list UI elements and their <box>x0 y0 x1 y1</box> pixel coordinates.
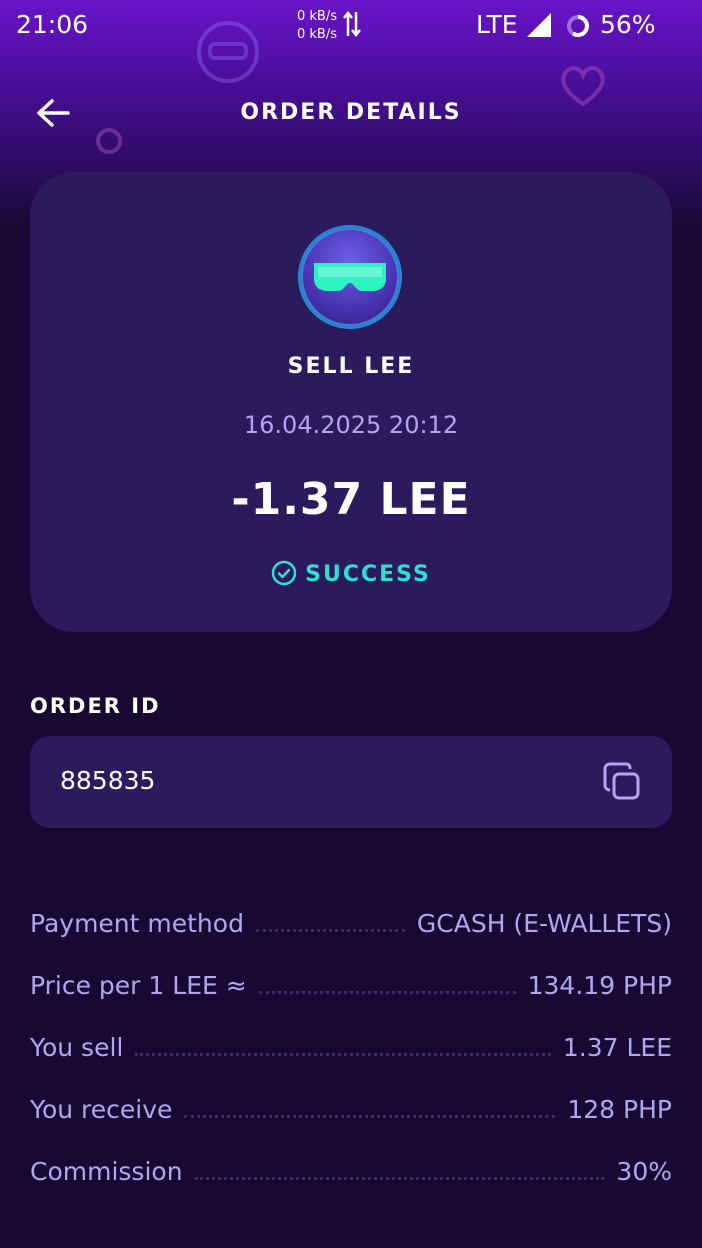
status-text: SUCCESS <box>305 562 431 587</box>
battery-icon <box>567 15 589 37</box>
dotted-leader <box>255 928 405 932</box>
network-type: LTE <box>476 10 518 39</box>
order-id-value: 885835 <box>60 766 156 795</box>
copy-icon <box>603 762 640 800</box>
copy-button[interactable] <box>600 760 646 806</box>
detail-label: You sell <box>30 1033 124 1062</box>
order-id-label: ORDER ID <box>30 694 161 718</box>
detail-row-you-sell: You sell 1.37 LEE <box>30 1022 672 1062</box>
order-type-title: SELL LEE <box>287 354 415 379</box>
detail-row-price: Price per 1 LEE ≈ 134.19 PHP <box>30 960 672 1000</box>
network-speed-down: 0 kB/s <box>297 27 338 42</box>
check-circle-icon <box>271 560 297 586</box>
data-transfer-icon <box>343 10 361 38</box>
detail-label: You receive <box>30 1095 173 1124</box>
status-bar: 21:06 0 kB/s 0 kB/s LTE 56% <box>0 0 702 52</box>
dotted-leader <box>194 1176 605 1180</box>
order-id-field: 885835 <box>30 736 672 828</box>
battery-percent: 56% <box>600 10 656 39</box>
detail-value: 134.19 PHP <box>527 971 672 1000</box>
page-title: ORDER DETAILS <box>240 100 462 125</box>
decorative-ring-icon <box>96 128 122 154</box>
dotted-leader <box>184 1114 556 1118</box>
detail-row-commission: Commission 30% <box>30 1146 672 1186</box>
dotted-leader <box>135 1052 551 1056</box>
order-amount: -1.37 LEE <box>231 474 471 525</box>
detail-value: 1.37 LEE <box>562 1033 672 1062</box>
detail-label: Price per 1 LEE ≈ <box>30 971 247 1000</box>
network-speed: 0 kB/s 0 kB/s <box>297 8 337 44</box>
detail-label: Commission <box>30 1157 183 1186</box>
detail-value: GCASH (E-WALLETS) <box>416 909 672 938</box>
detail-value: 30% <box>616 1157 672 1186</box>
status-time: 21:06 <box>16 10 89 39</box>
signal-icon <box>527 13 551 37</box>
goggles-icon <box>314 263 386 291</box>
order-datetime: 16.04.2025 20:12 <box>243 411 459 439</box>
status-badge: SUCCESS <box>30 560 672 587</box>
detail-row-payment-method: Payment method GCASH (E-WALLETS) <box>30 898 672 938</box>
network-speed-up: 0 kB/s <box>297 9 338 24</box>
order-summary-card: SELL LEE 16.04.2025 20:12 -1.37 LEE SUCC… <box>30 172 672 632</box>
detail-label: Payment method <box>30 909 244 938</box>
dotted-leader <box>258 990 516 994</box>
detail-row-you-receive: You receive 128 PHP <box>30 1084 672 1124</box>
goggles-coin-icon <box>300 227 400 327</box>
detail-value: 128 PHP <box>567 1095 672 1124</box>
